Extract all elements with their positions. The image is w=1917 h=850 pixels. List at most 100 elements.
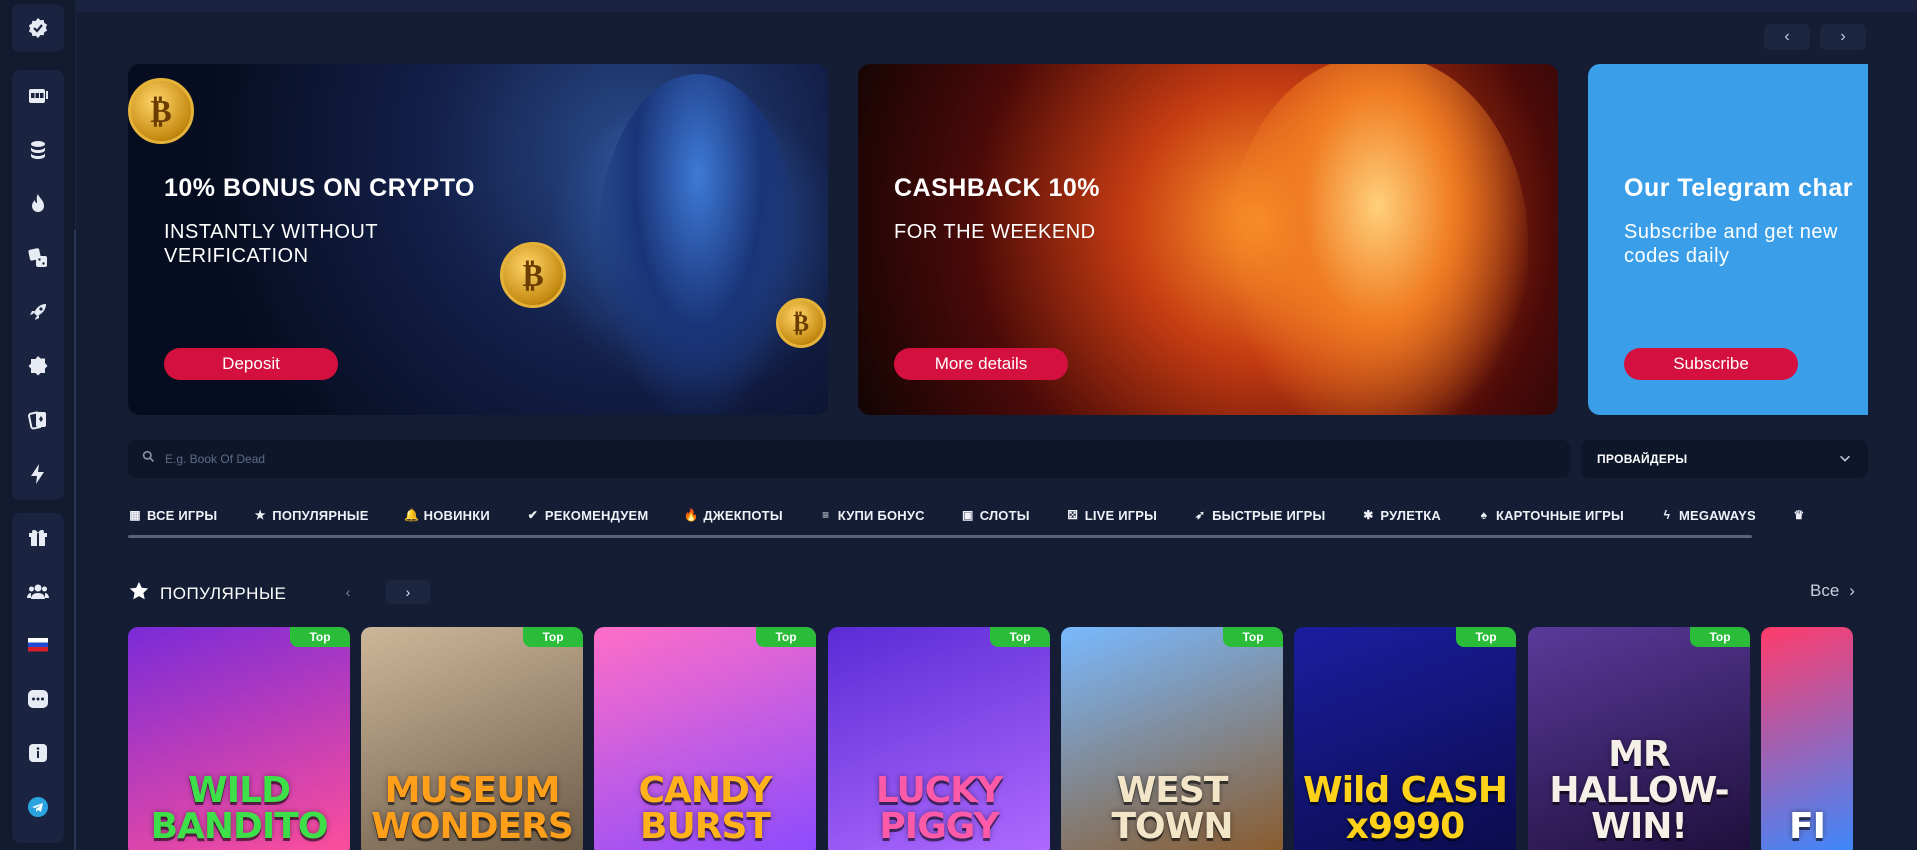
tab-fast-games[interactable]: ➶ БЫСТРЫЕ ИГРЫ	[1193, 508, 1325, 523]
tab-label: LIVE ИГРЫ	[1084, 507, 1158, 523]
top-badge: Top	[290, 627, 350, 647]
coin-stack-icon[interactable]	[12, 130, 64, 170]
tab-slots[interactable]: ▣ СЛОТЫ	[961, 508, 1030, 523]
more-details-button[interactable]: More details	[894, 348, 1068, 380]
tab-label: СЛОТЫ	[979, 507, 1030, 523]
tab-jackpots[interactable]: 🔥 ДЖЕКПОТЫ	[683, 508, 783, 523]
game-card[interactable]: Top WILD BANDITO	[128, 627, 350, 850]
top-badge: Top	[1223, 627, 1283, 647]
search-input[interactable]	[165, 452, 765, 466]
tab-label: КАРТОЧНЫЕ ИГРЫ	[1495, 507, 1624, 523]
tabs-scrollbar[interactable]	[128, 535, 1752, 538]
info-icon[interactable]	[12, 733, 64, 773]
telegram-icon[interactable]	[12, 787, 64, 827]
top-badge: Top	[523, 627, 583, 647]
slot-machine-icon[interactable]	[12, 76, 64, 116]
lightning-icon: ϟ	[1663, 508, 1671, 522]
game-search-bar	[128, 440, 1570, 478]
banner-subtitle: FOR THE WEEKEND	[894, 221, 1096, 243]
dice-icon: ⚄	[1067, 508, 1078, 522]
section-next-button[interactable]: ›	[386, 580, 430, 604]
crown-icon: ♛	[1793, 508, 1805, 522]
lightning-icon[interactable]	[12, 454, 64, 494]
cards-icon: ♠	[1480, 508, 1488, 522]
badge-check-icon: ✔	[527, 508, 539, 522]
top-badge: Top	[1456, 627, 1516, 647]
game-title: WILD BANDITO	[150, 770, 329, 847]
sidebar-bottom-group	[12, 513, 64, 843]
tab-all-games[interactable]: ▦ ВСЕ ИГРЫ	[128, 508, 217, 523]
deposit-button[interactable]: Deposit	[164, 348, 338, 380]
coin-stack-icon: ≡	[822, 508, 830, 522]
rocket-icon: ➶	[1194, 508, 1206, 522]
gift-icon[interactable]	[12, 517, 64, 557]
tab-roulette[interactable]: ✱ РУЛЕТКА	[1361, 508, 1441, 523]
chevron-down-icon	[1838, 451, 1852, 468]
game-card[interactable]: Top MR HALLOW-WIN!	[1528, 627, 1750, 850]
roulette-icon[interactable]	[12, 346, 64, 386]
game-card[interactable]: Top WEST TOWN	[1061, 627, 1283, 850]
banner-subtitle: Subscribe and get new codes daily	[1624, 221, 1838, 267]
bell-icon: 🔔	[404, 508, 420, 522]
tab-label: ПОПУЛЯРНЫЕ	[272, 507, 369, 523]
grid-icon: ▦	[129, 508, 141, 522]
roulette-icon: ✱	[1363, 508, 1374, 522]
flame-icon[interactable]	[12, 184, 64, 224]
chevron-right-icon: ›	[1849, 581, 1855, 600]
slot-machine-icon: ▣	[961, 508, 974, 522]
carousel-prev-button[interactable]: ‹	[1764, 24, 1810, 50]
game-card[interactable]: Top Wild CASH x9990	[1294, 627, 1516, 850]
dice-icon[interactable]	[12, 238, 64, 278]
banner-figure	[1228, 64, 1528, 415]
banner-cashback[interactable]: CASHBACK 10% FOR THE WEEKEND More detail…	[858, 64, 1558, 415]
top-badge: Top	[1690, 627, 1750, 647]
game-card[interactable]: Top LUCKY PIGGY	[828, 627, 1050, 850]
banner-title: 10% BONUS ON CRYPTO	[164, 174, 475, 202]
game-title: LUCKY PIGGY	[875, 770, 1003, 847]
subscribe-button[interactable]: Subscribe	[1624, 348, 1798, 380]
tab-label: MEGAWAYS	[1678, 507, 1756, 523]
tab-label: КУПИ БОНУС	[837, 507, 925, 523]
sidebar	[0, 0, 76, 850]
tab-new[interactable]: 🔔 НОВИНКИ	[404, 507, 490, 523]
banner-subtitle: INSTANTLY WITHOUT VERIFICATION	[164, 221, 378, 267]
tab-live-games[interactable]: ⚄ LIVE ИГРЫ	[1066, 508, 1157, 523]
game-title: MUSEUM WONDERS	[371, 770, 574, 847]
tab-label: БЫСТРЫЕ ИГРЫ	[1212, 507, 1326, 523]
providers-dropdown[interactable]: ПРОВАЙДЕРЫ	[1581, 440, 1868, 478]
tab-megaways[interactable]: ϟ MEGAWAYS	[1660, 508, 1756, 523]
top-bar	[77, 0, 1917, 12]
tab-crown[interactable]: ♛	[1792, 508, 1811, 522]
game-title: Wild CASH x9990	[1302, 770, 1508, 847]
banner-telegram[interactable]: Our Telegram char Subscribe and get new …	[1588, 64, 1868, 415]
game-card[interactable]: Top MUSEUM WONDERS	[361, 627, 583, 850]
banner-title: Our Telegram char	[1624, 174, 1853, 202]
chat-icon[interactable]	[12, 679, 64, 719]
game-card[interactable]: FI	[1761, 627, 1853, 850]
russia-flag-icon[interactable]	[12, 625, 64, 665]
section-prev-button[interactable]: ‹	[326, 580, 370, 604]
tab-card-games[interactable]: ♠ КАРТОЧНЫЕ ИГРЫ	[1477, 508, 1624, 523]
badge-check-icon[interactable]	[12, 8, 64, 48]
flame-icon: 🔥	[683, 508, 699, 522]
tab-buy-bonus[interactable]: ≡ КУПИ БОНУС	[819, 508, 925, 523]
rocket-icon[interactable]	[12, 292, 64, 332]
game-title: FI	[1789, 806, 1826, 847]
search-icon	[142, 450, 155, 468]
sidebar-scrollbar[interactable]	[74, 230, 76, 850]
banner-crypto-bonus[interactable]: ₿ ₿ ₿ 10% BONUS ON CRYPTO INSTANTLY WITH…	[128, 64, 828, 415]
users-icon[interactable]	[12, 571, 64, 611]
section-title: ПОПУЛЯРНЫЕ	[160, 583, 287, 603]
banner-figure	[598, 74, 798, 414]
providers-label: ПРОВАЙДЕРЫ	[1597, 452, 1688, 466]
tab-label: РУЛЕТКА	[1380, 507, 1441, 523]
top-badge: Top	[990, 627, 1050, 647]
tab-popular[interactable]: ★ ПОПУЛЯРНЫЕ	[253, 507, 369, 523]
cards-icon[interactable]	[12, 400, 64, 440]
view-all-link[interactable]: Все ›	[1810, 581, 1855, 601]
game-card[interactable]: Top CANDY BURST	[594, 627, 816, 850]
tab-label: НОВИНКИ	[423, 507, 490, 523]
bitcoin-coin-icon: ₿	[776, 298, 826, 348]
carousel-next-button[interactable]: ›	[1820, 24, 1866, 50]
tab-recommended[interactable]: ✔ РЕКОМЕНДУЕМ	[526, 508, 648, 523]
